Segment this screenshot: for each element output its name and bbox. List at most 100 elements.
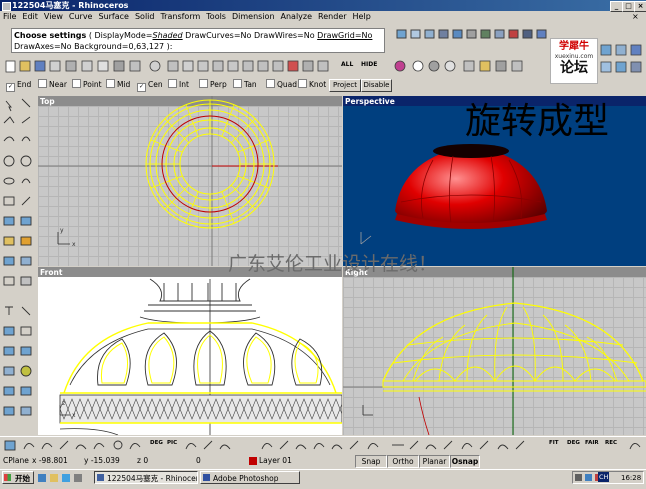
- osnap-near[interactable]: Near: [38, 78, 67, 91]
- menu-dimension[interactable]: Dimension: [229, 12, 278, 21]
- osnap-end[interactable]: ✓ End: [6, 78, 31, 92]
- osnap-point[interactable]: Point: [72, 78, 102, 91]
- menu-view[interactable]: View: [41, 12, 66, 21]
- command-text-options: DrawCurves=No DrawWires=No: [182, 31, 318, 40]
- top-view-wireframe: y x: [38, 96, 342, 266]
- checkbox-icon[interactable]: [199, 79, 208, 88]
- menu-surface[interactable]: Surface: [95, 12, 131, 21]
- input-language-ch[interactable]: CH: [598, 472, 610, 482]
- snap-toggle[interactable]: Snap: [355, 455, 387, 468]
- toolbar-all-label[interactable]: ALL: [341, 61, 353, 68]
- clock-time: 16:28: [621, 474, 642, 482]
- project-button[interactable]: Project: [329, 79, 361, 92]
- checkbox-icon[interactable]: [233, 79, 242, 88]
- command-prompt-bold: Choose settings: [14, 31, 87, 40]
- option-drawgrid[interactable]: DrawGrid=No: [317, 31, 372, 40]
- osnap-int[interactable]: Int: [168, 78, 189, 91]
- menu-edit[interactable]: Edit: [19, 12, 41, 21]
- menu-file[interactable]: File: [0, 12, 19, 21]
- task-rhinoceros[interactable]: 122504马塞克 - Rhinoceros: [94, 471, 198, 484]
- svg-text:y: y: [60, 227, 64, 234]
- photoshop-task-icon: [203, 474, 210, 481]
- option-shaded[interactable]: Shaded: [153, 31, 183, 40]
- top-right-toolbar: [395, 27, 646, 41]
- menu-curve[interactable]: Curve: [66, 12, 96, 21]
- status-layer[interactable]: Layer 01: [259, 455, 292, 467]
- main-toolbar: ALL HIDE: [0, 57, 646, 76]
- pic-label[interactable]: PIC: [167, 440, 177, 446]
- osnap-quad[interactable]: Quad: [266, 78, 297, 91]
- status-z: z 0: [137, 456, 149, 465]
- quick-launch-icons[interactable]: [36, 472, 92, 484]
- status-z-value: 0: [196, 456, 201, 465]
- status-bar: CPlane x -98.801 y -15.039 z 0 0 Layer 0…: [0, 455, 646, 468]
- system-tray: CH 16:28: [572, 471, 644, 484]
- command-line-2: DrawAxes=No Background=0,63,127 ):: [14, 42, 173, 51]
- toolbar-hide-label[interactable]: HIDE: [361, 61, 377, 68]
- menu-analyze[interactable]: Analyze: [278, 12, 316, 21]
- task-photoshop[interactable]: Adobe Photoshop: [200, 471, 300, 484]
- window-title: 122504马塞克 - Rhinoceros: [12, 1, 129, 10]
- rhino-task-icon: [97, 474, 104, 481]
- windows-logo-icon: [4, 474, 11, 481]
- ortho-toggle[interactable]: Ortho: [387, 455, 419, 468]
- osnap-mid[interactable]: Mid: [106, 78, 130, 91]
- deg-label-2[interactable]: DEG: [567, 440, 580, 446]
- right-toolbar-block: [597, 42, 645, 78]
- checkbox-icon[interactable]: [168, 79, 177, 88]
- command-text: ( DisplayMode=: [86, 31, 153, 40]
- viewport-top[interactable]: Top y x: [38, 96, 342, 266]
- svg-text:x: x: [72, 412, 76, 419]
- viewport-right[interactable]: Right: [343, 267, 646, 435]
- rec-label[interactable]: REC: [605, 440, 617, 446]
- fair-label[interactable]: FAIR: [585, 440, 599, 446]
- svg-text:z: z: [62, 400, 65, 407]
- layer-color-icon[interactable]: [249, 457, 257, 465]
- right-toolbar-icons[interactable]: [597, 42, 645, 78]
- windows-taskbar: 开始 122504马塞克 - Rhinoceros Adobe Photosho…: [0, 469, 646, 486]
- checkbox-checked-icon[interactable]: ✓: [137, 83, 146, 92]
- osnap-bar: ✓ End Near Point Mid ✓ Cen Int Perp Tan Qu…: [0, 78, 392, 92]
- osnap-tan[interactable]: Tan: [233, 78, 257, 91]
- fit-label[interactable]: FIT: [549, 440, 559, 446]
- checkbox-checked-icon[interactable]: ✓: [6, 83, 15, 92]
- mdi-close-icon[interactable]: ×: [632, 12, 642, 22]
- svg-text:x: x: [72, 241, 76, 248]
- menu-transform[interactable]: Transform: [157, 12, 203, 21]
- menu-help[interactable]: Help: [350, 12, 374, 21]
- quick-launch: [36, 472, 92, 484]
- checkbox-icon[interactable]: [72, 79, 81, 88]
- menu-solid[interactable]: Solid: [132, 12, 158, 21]
- checkbox-icon[interactable]: [106, 79, 115, 88]
- menu-render[interactable]: Render: [315, 12, 349, 21]
- menu-bar: File Edit View Curve Surface Solid Transform To…: [0, 11, 646, 23]
- bottom-toolbar: DEG PIC FIT DEG FAIR REC: [0, 436, 646, 455]
- deg-label-1[interactable]: DEG: [150, 440, 163, 446]
- viewport-front[interactable]: Front z x: [38, 267, 342, 435]
- checkbox-icon[interactable]: [38, 79, 47, 88]
- perspective-shaded-bowl: [360, 144, 547, 245]
- tray-icon-2[interactable]: [585, 474, 592, 481]
- logo-top-text: 学犀牛: [559, 41, 589, 52]
- toolbar-icons-row1[interactable]: [395, 27, 646, 41]
- tray-icon-1[interactable]: [575, 474, 582, 481]
- command-history[interactable]: Choose settings ( DisplayMode=Shaded Dra…: [11, 28, 385, 53]
- osnap-cen[interactable]: ✓ Cen: [137, 78, 163, 92]
- osnap-toggle[interactable]: Osnap: [450, 455, 480, 468]
- planar-toggle[interactable]: Planar: [419, 455, 450, 468]
- front-view-wireframe: z x: [59, 278, 342, 435]
- right-view-wireframe: [343, 267, 646, 435]
- checkbox-icon[interactable]: [266, 79, 275, 88]
- menu-tools[interactable]: Tools: [203, 12, 229, 21]
- rhino-app-icon: [2, 2, 11, 11]
- viewport-perspective[interactable]: Perspective 旋转成型: [343, 96, 646, 266]
- status-cplane: CPlane: [3, 456, 29, 465]
- disable-button[interactable]: Disable: [361, 79, 392, 92]
- left-toolbox-icons[interactable]: [0, 93, 37, 435]
- checkbox-icon[interactable]: [298, 79, 307, 88]
- title-bar: 122504马塞克 - Rhinoceros _ □ ×: [0, 0, 646, 12]
- osnap-knot[interactable]: Knot: [298, 78, 326, 91]
- main-toolbar-icons[interactable]: [0, 57, 646, 76]
- osnap-perp[interactable]: Perp: [199, 78, 227, 91]
- status-x: x -98.801: [32, 456, 68, 465]
